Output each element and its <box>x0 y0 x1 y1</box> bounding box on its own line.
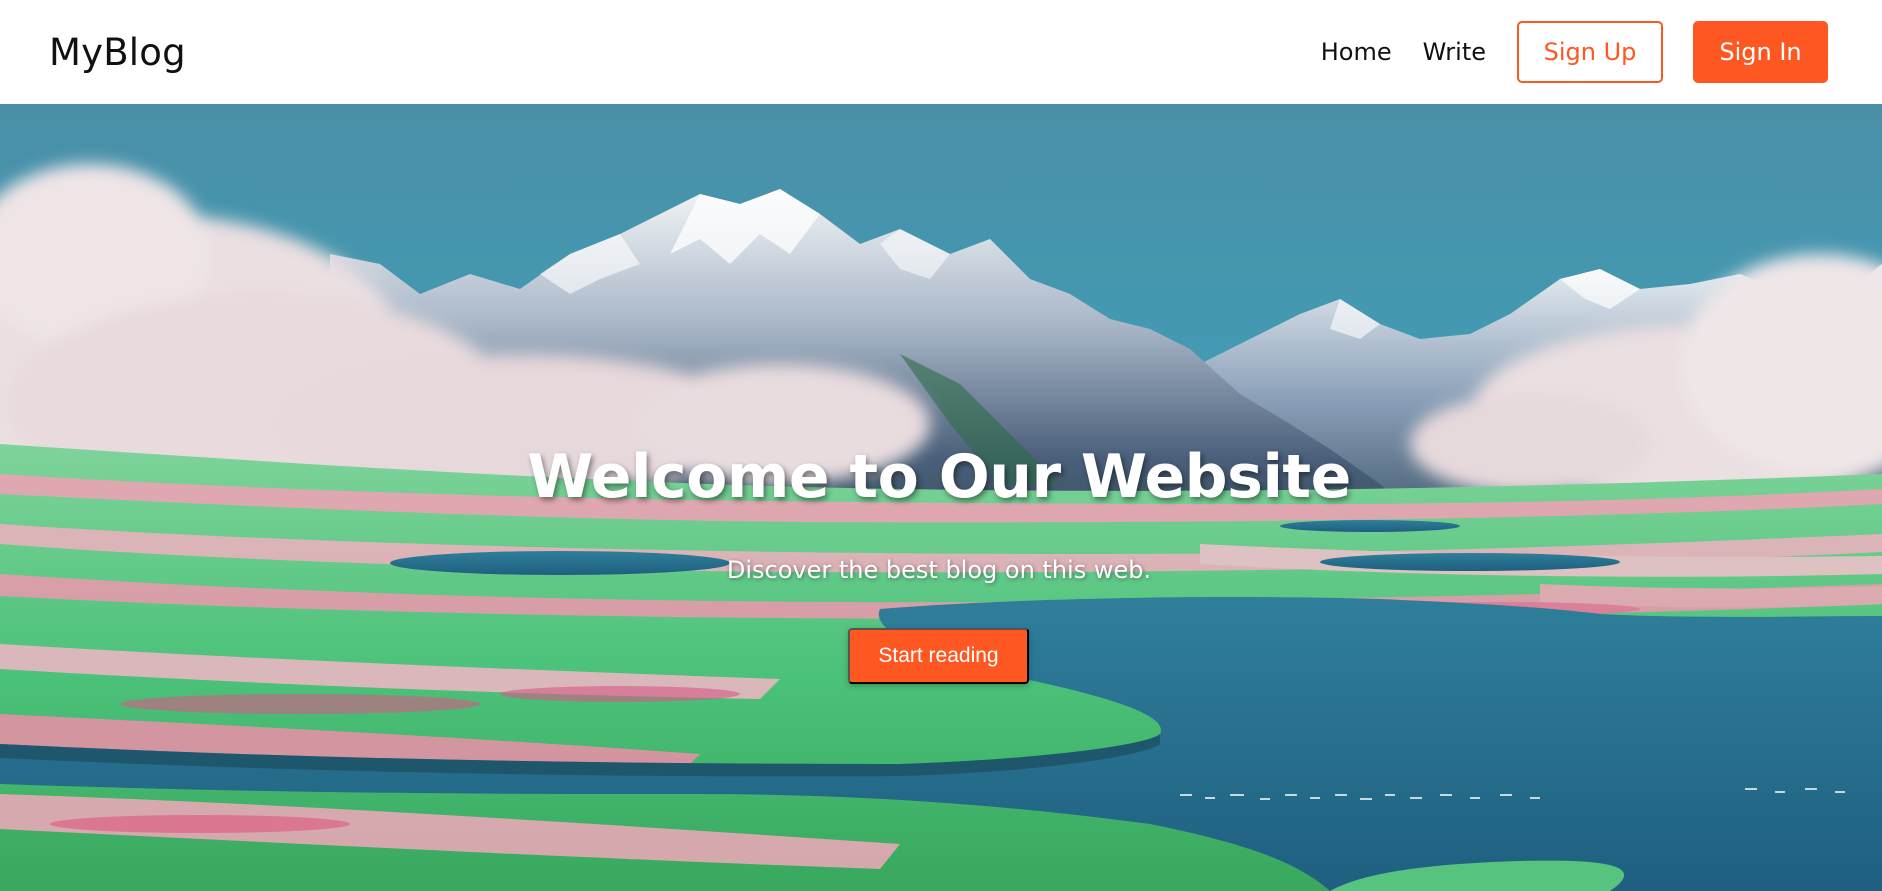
hero-subtitle: Discover the best blog on this web. <box>726 556 1152 584</box>
nav-link-home[interactable]: Home <box>1321 38 1392 66</box>
navbar: MyBlog Home Write Sign Up Sign In <box>0 0 1882 104</box>
sign-up-button[interactable]: Sign Up <box>1517 21 1663 83</box>
sign-in-button[interactable]: Sign In <box>1693 21 1828 83</box>
brand-logo[interactable]: MyBlog <box>49 31 186 74</box>
start-reading-button[interactable]: Start reading <box>848 628 1029 684</box>
nav-link-write[interactable]: Write <box>1423 38 1486 66</box>
hero-title: Welcome to Our Website <box>527 442 1351 512</box>
nav-menu: Home Write Sign Up Sign In <box>1321 21 1828 83</box>
hero-section: Welcome to Our Website Discover the best… <box>0 104 1882 891</box>
